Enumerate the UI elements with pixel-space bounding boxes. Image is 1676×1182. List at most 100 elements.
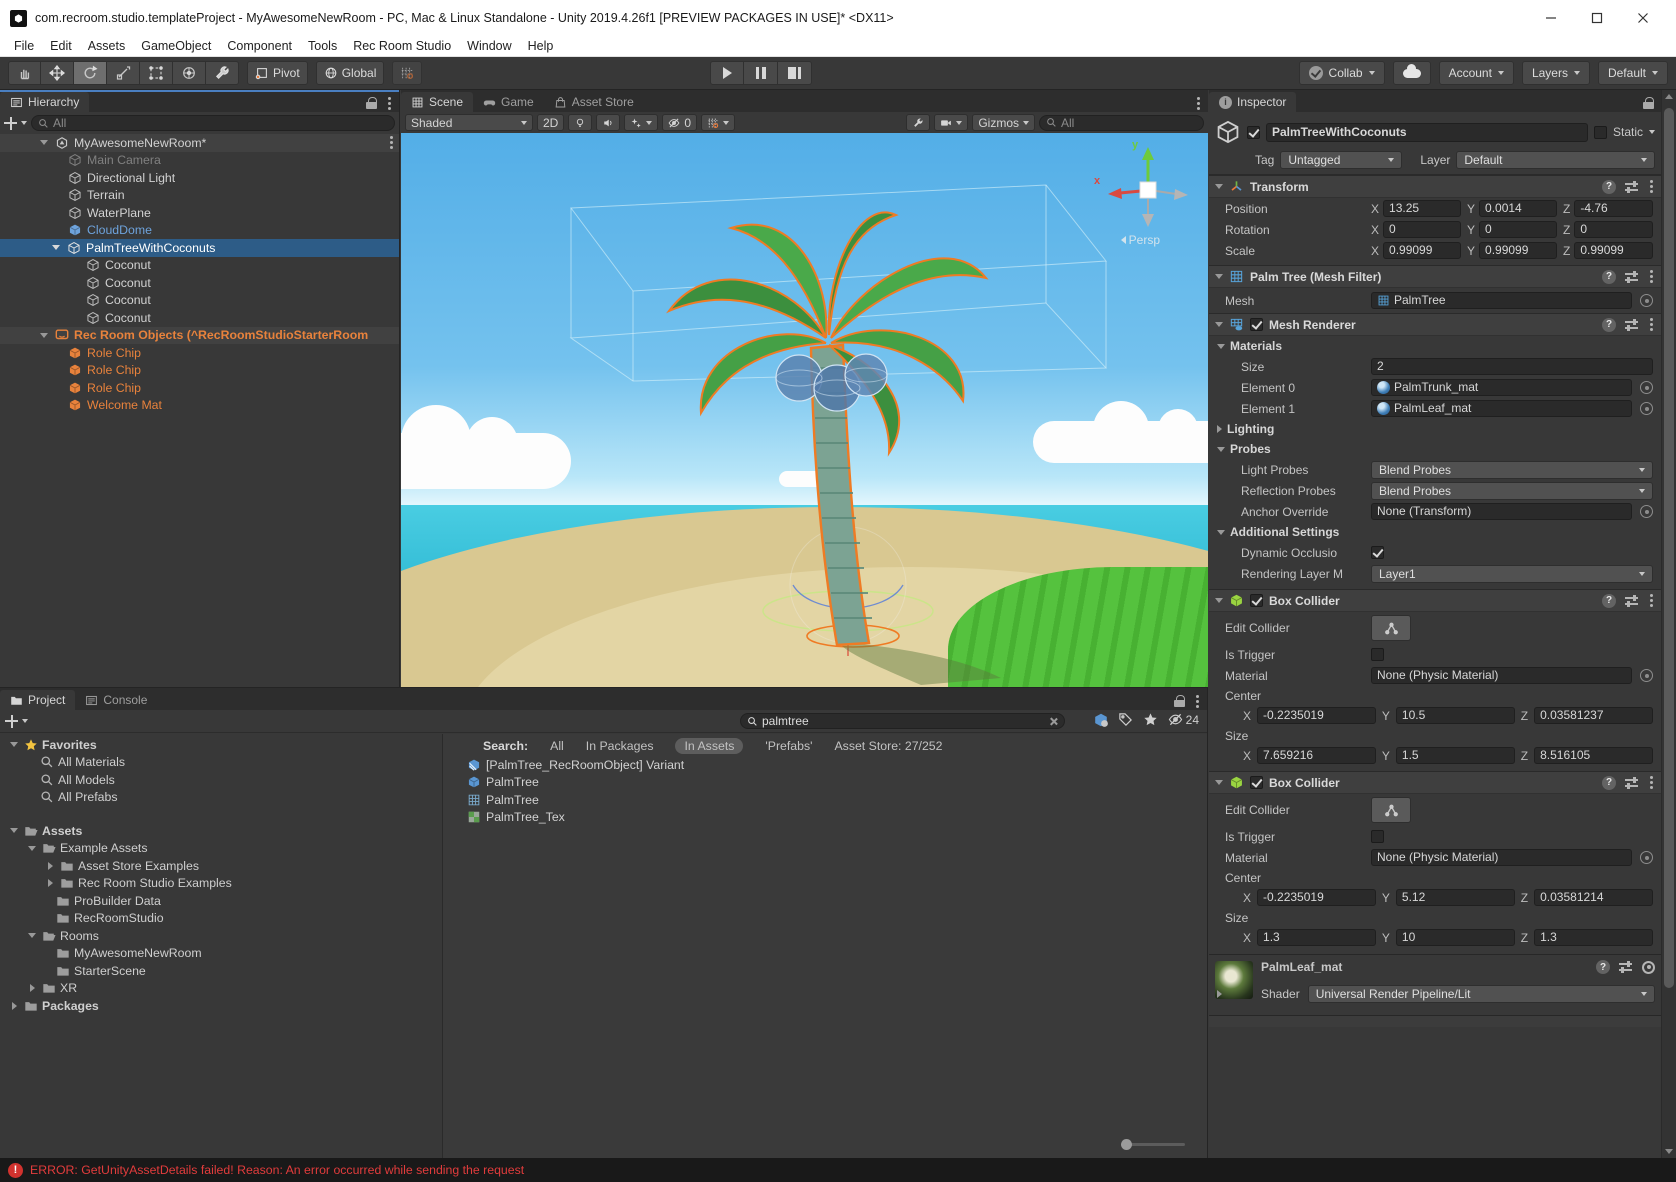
hierarchy-item-terrain[interactable]: Terrain — [0, 187, 399, 205]
box-collider-1-header[interactable]: Box Collider ? — [1209, 589, 1661, 612]
collider2-center-x-field[interactable]: -0.2235019 — [1257, 889, 1376, 906]
active-checkbox[interactable] — [1247, 126, 1260, 139]
panel-menu-icon[interactable] — [1194, 693, 1201, 710]
hierarchy-item-role-chip-1[interactable]: Role Chip — [0, 344, 399, 362]
scope-all[interactable]: All — [550, 739, 564, 753]
dynamic-occlusion-checkbox[interactable] — [1371, 546, 1384, 559]
tab-inspector[interactable]: i Inspector — [1209, 92, 1296, 112]
menu-file[interactable]: File — [6, 36, 42, 56]
folder-myawesomenewroom[interactable]: MyAwesomeNewRoom — [0, 945, 442, 963]
favorites-all-materials[interactable]: All Materials — [0, 754, 442, 772]
component-menu-icon[interactable] — [1648, 592, 1655, 609]
help-icon[interactable]: ? — [1602, 180, 1616, 194]
lighting-foldout[interactable]: Lighting — [1227, 422, 1274, 436]
scope-prefabs[interactable]: 'Prefabs' — [765, 739, 812, 753]
component-menu-icon[interactable] — [1648, 178, 1655, 195]
help-icon[interactable]: ? — [1602, 776, 1616, 790]
collider1-size-x-field[interactable]: 7.659216 — [1257, 747, 1376, 764]
inspector-scrollbar[interactable] — [1661, 90, 1676, 1158]
play-button[interactable] — [710, 61, 744, 85]
element1-object-field[interactable]: PalmLeaf_mat — [1371, 400, 1632, 417]
shader-dropdown[interactable]: Universal Render Pipeline/Lit — [1308, 985, 1655, 1003]
project-search-input[interactable]: palmtree — [740, 713, 1065, 729]
cloud-services-button[interactable] — [1393, 61, 1431, 85]
result-palmtree-recroomobject-variant[interactable]: [PalmTree_RecRoomObject] Variant — [443, 756, 1207, 774]
gizmo-y-label[interactable]: y — [1132, 139, 1138, 151]
is-trigger-checkbox[interactable] — [1371, 830, 1384, 843]
collider2-size-y-field[interactable]: 10 — [1396, 929, 1515, 946]
menu-window[interactable]: Window — [459, 36, 519, 56]
tab-project[interactable]: Project — [0, 690, 75, 710]
tab-hierarchy[interactable]: Hierarchy — [0, 92, 89, 112]
object-picker-icon[interactable] — [1640, 294, 1653, 307]
collider1-center-y-field[interactable]: 10.5 — [1396, 707, 1515, 724]
folder-probuilder-data[interactable]: ProBuilder Data — [0, 892, 442, 910]
menu-gameobject[interactable]: GameObject — [133, 36, 219, 56]
collider2-center-z-field[interactable]: 0.03581214 — [1534, 889, 1653, 906]
gizmo-x-label[interactable]: x — [1094, 175, 1100, 187]
hierarchy-item-palmtreewithcoconuts[interactable]: PalmTreeWithCoconuts — [0, 239, 399, 257]
mesh-object-field[interactable]: PalmTree — [1371, 292, 1632, 309]
anchor-override-field[interactable]: None (Transform) — [1371, 503, 1632, 520]
lighting-toggle[interactable] — [568, 114, 592, 131]
reflection-probes-dropdown[interactable]: Blend Probes — [1371, 482, 1653, 500]
presets-icon[interactable] — [1625, 271, 1639, 283]
help-icon[interactable]: ? — [1602, 318, 1616, 332]
camera-settings-dropdown[interactable] — [934, 114, 968, 131]
help-icon[interactable]: ? — [1602, 594, 1616, 608]
scope-asset-store[interactable]: Asset Store: 27/252 — [834, 739, 942, 753]
light-probes-dropdown[interactable]: Blend Probes — [1371, 461, 1653, 479]
folder-xr[interactable]: XR — [0, 980, 442, 998]
presets-icon[interactable] — [1625, 777, 1639, 789]
close-button[interactable] — [1620, 0, 1666, 36]
hierarchy-item-role-chip-2[interactable]: Role Chip — [0, 362, 399, 380]
create-add-button[interactable] — [4, 117, 17, 130]
audio-toggle[interactable] — [596, 114, 620, 131]
hierarchy-item-waterplane[interactable]: WaterPlane — [0, 204, 399, 222]
orientation-gizmo[interactable]: y x — [1102, 143, 1194, 235]
transform-tool-button[interactable] — [173, 61, 206, 85]
folder-assets[interactable]: Assets — [0, 822, 442, 840]
scope-in-assets[interactable]: In Assets — [675, 738, 743, 754]
rotation-z-field[interactable]: 0 — [1574, 221, 1653, 238]
menu-help[interactable]: Help — [520, 36, 562, 56]
grid-snap-toggle[interactable] — [392, 61, 422, 85]
favorites-root[interactable]: Favorites — [0, 736, 442, 754]
hierarchy-item-coconut-2[interactable]: Coconut — [0, 274, 399, 292]
effects-dropdown[interactable] — [624, 114, 658, 131]
mesh-renderer-header[interactable]: Mesh Renderer ? — [1209, 313, 1661, 336]
hierarchy-search-input[interactable]: All — [31, 115, 395, 131]
search-by-label-icon[interactable] — [1118, 712, 1133, 727]
hierarchy-item-clouddome[interactable]: CloudDome — [0, 222, 399, 240]
gear-icon[interactable] — [1642, 961, 1655, 974]
gizmos-dropdown[interactable]: Gizmos — [972, 114, 1035, 131]
box-collider-1-enabled-checkbox[interactable] — [1250, 594, 1263, 607]
materials-size-field[interactable]: 2 — [1371, 358, 1653, 375]
hierarchy-item-welcome-mat[interactable]: Welcome Mat — [0, 397, 399, 415]
hierarchy-item-directional-light[interactable]: Directional Light — [0, 169, 399, 187]
clear-search-icon[interactable] — [1049, 717, 1058, 726]
gameobject-name-field[interactable]: PalmTreeWithCoconuts — [1266, 123, 1588, 142]
presets-icon[interactable] — [1625, 319, 1639, 331]
hierarchy-item-main-camera[interactable]: Main Camera — [0, 152, 399, 170]
grid-visibility-dropdown[interactable] — [701, 114, 735, 131]
component-menu-icon[interactable] — [1648, 774, 1655, 791]
physic-material-field[interactable]: None (Physic Material) — [1371, 667, 1632, 684]
rect-tool-button[interactable] — [140, 61, 173, 85]
folder-rec-room-studio-examples[interactable]: Rec Room Studio Examples — [0, 875, 442, 893]
scene-viewport[interactable]: y x Persp — [401, 133, 1208, 687]
scale-y-field[interactable]: 0.99099 — [1479, 242, 1557, 259]
presets-icon[interactable] — [1619, 961, 1633, 973]
scene-search-input[interactable]: All — [1039, 115, 1204, 131]
global-toggle[interactable]: Global — [316, 61, 385, 85]
mesh-filter-header[interactable]: Palm Tree (Mesh Filter) ? — [1209, 265, 1661, 288]
tab-game[interactable]: Game — [473, 92, 544, 112]
layout-dropdown[interactable]: Default — [1598, 61, 1668, 85]
step-button[interactable] — [778, 61, 812, 85]
object-picker-icon[interactable] — [1640, 505, 1653, 518]
scale-x-field[interactable]: 0.99099 — [1383, 242, 1461, 259]
panel-menu-icon[interactable] — [386, 95, 393, 112]
tools-settings-button[interactable] — [906, 114, 930, 131]
maximize-button[interactable] — [1574, 0, 1620, 36]
collider1-center-x-field[interactable]: -0.2235019 — [1257, 707, 1376, 724]
